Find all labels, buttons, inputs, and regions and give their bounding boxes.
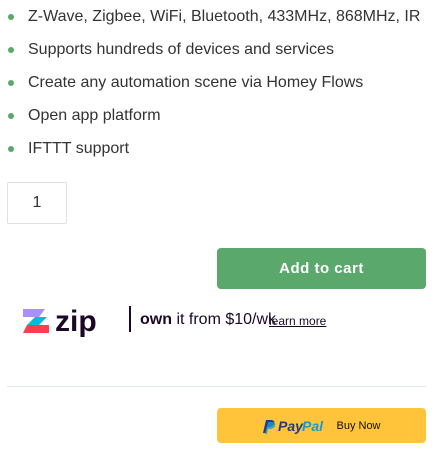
bullet-icon (8, 113, 14, 119)
zip-pay-banner: zip own it from $10/wk learn more (21, 303, 421, 337)
feature-list: Z-Wave, Zigbee, WiFi, Bluetooth, 433MHz,… (8, 7, 433, 172)
add-to-cart-button[interactable]: Add to cart (217, 248, 426, 289)
feature-item: Supports hundreds of devices and service… (8, 40, 433, 73)
zip-price-amount: it from $10/wk (172, 311, 277, 328)
feature-item: Z-Wave, Zigbee, WiFi, Bluetooth, 433MHz,… (8, 7, 433, 40)
zip-divider (129, 306, 131, 332)
paypal-logo: Pay Pal (263, 418, 325, 434)
feature-text: Create any automation scene via Homey Fl… (28, 74, 364, 91)
zip-own-word: own (140, 311, 172, 328)
zip-learn-more-link[interactable]: learn more (269, 313, 326, 329)
feature-item: IFTTT support (8, 139, 433, 172)
divider (7, 386, 426, 387)
feature-text: Z-Wave, Zigbee, WiFi, Bluetooth, 433MHz,… (28, 8, 421, 25)
bullet-icon (8, 80, 14, 86)
bullet-icon (8, 146, 14, 152)
product-purchase-panel: Z-Wave, Zigbee, WiFi, Bluetooth, 433MHz,… (0, 0, 436, 456)
paypal-buy-now-button[interactable]: Pay Pal Buy Now (217, 408, 426, 443)
feature-text: Supports hundreds of devices and service… (28, 41, 334, 58)
feature-text: Open app platform (28, 107, 161, 124)
paypal-buy-now-label: Buy Now (336, 419, 381, 432)
zip-logo: zip (23, 305, 97, 337)
quantity-input[interactable] (7, 182, 67, 224)
paypal-pal-text: Pal (302, 418, 324, 434)
feature-item: Create any automation scene via Homey Fl… (8, 73, 433, 106)
paypal-pay-text: Pay (278, 418, 304, 434)
bullet-icon (8, 47, 14, 53)
feature-text: IFTTT support (28, 140, 130, 157)
feature-item: Open app platform (8, 106, 433, 139)
zip-price-text: own it from $10/wk (140, 310, 276, 330)
bullet-icon (8, 14, 14, 20)
zip-logo-text: zip (55, 305, 97, 337)
